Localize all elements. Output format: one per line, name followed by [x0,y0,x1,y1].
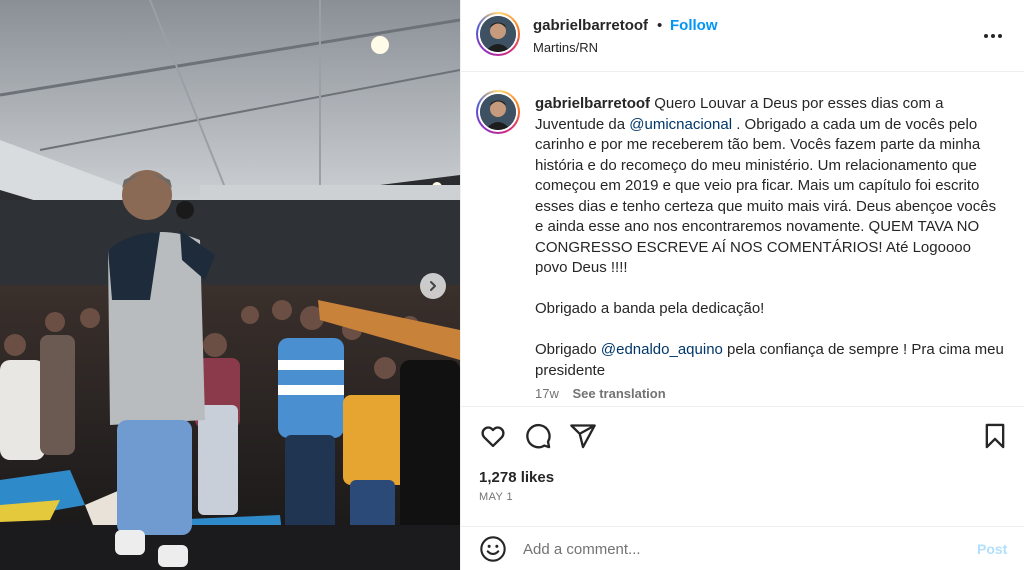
concert-photo-image [0,0,460,570]
caption-text-3: Obrigado [535,341,601,358]
chevron-right-icon [430,281,436,291]
carousel-next-button[interactable] [420,273,446,299]
emoji-button[interactable] [479,535,507,563]
author-username[interactable]: gabrielbarretoof [533,17,648,34]
comment-input[interactable] [523,537,943,561]
bookmark-icon [985,423,1005,449]
separator-dot: • [657,17,663,34]
more-options-button[interactable] [979,22,1007,50]
avatar-image [480,16,516,52]
caption-meta: 17w See translation [535,386,666,401]
post-panel: gabrielbarretoof • Follow Martins/RN gab… [460,0,1024,570]
emoji-icon [480,536,506,562]
post-caption: gabrielbarretoof Quero Louvar a Deus por… [535,94,1005,381]
post-location[interactable]: Martins/RN [533,40,598,55]
mention-link[interactable]: @ednaldo_aquino [601,341,723,358]
post-photo[interactable] [0,0,460,570]
share-icon [570,424,596,449]
caption-username[interactable]: gabrielbarretoof [535,95,650,112]
share-button[interactable] [569,422,597,450]
see-translation-button[interactable]: See translation [572,386,665,401]
post-header: gabrielbarretoof • Follow Martins/RN [461,0,1024,72]
avatar-image [480,94,516,130]
caption-section: gabrielbarretoof Quero Louvar a Deus por… [461,72,1024,407]
post-comment-button[interactable]: Post [977,541,1007,557]
caption-text-2: . Obrigado a cada um de vocês pelo carin… [535,115,997,277]
follow-button[interactable]: Follow [670,17,718,34]
mention-link[interactable]: @umicnacional [629,116,732,133]
caption-avatar[interactable] [476,90,520,134]
heart-icon [481,426,505,448]
author-avatar[interactable] [476,12,520,56]
likes-count[interactable]: 1,278 likes [479,469,554,486]
save-button[interactable] [981,422,1009,450]
more-options-icon [984,34,1002,38]
post-age: 17w [535,386,559,401]
comment-button[interactable] [524,422,552,450]
caption-paragraph-2: Obrigado a banda pela dedicação! [535,300,765,317]
comment-icon [526,423,551,449]
action-bar [461,408,1024,462]
comment-bar: Post [461,526,1024,570]
post-date: MAY 1 [479,491,513,503]
like-button[interactable] [479,422,507,450]
